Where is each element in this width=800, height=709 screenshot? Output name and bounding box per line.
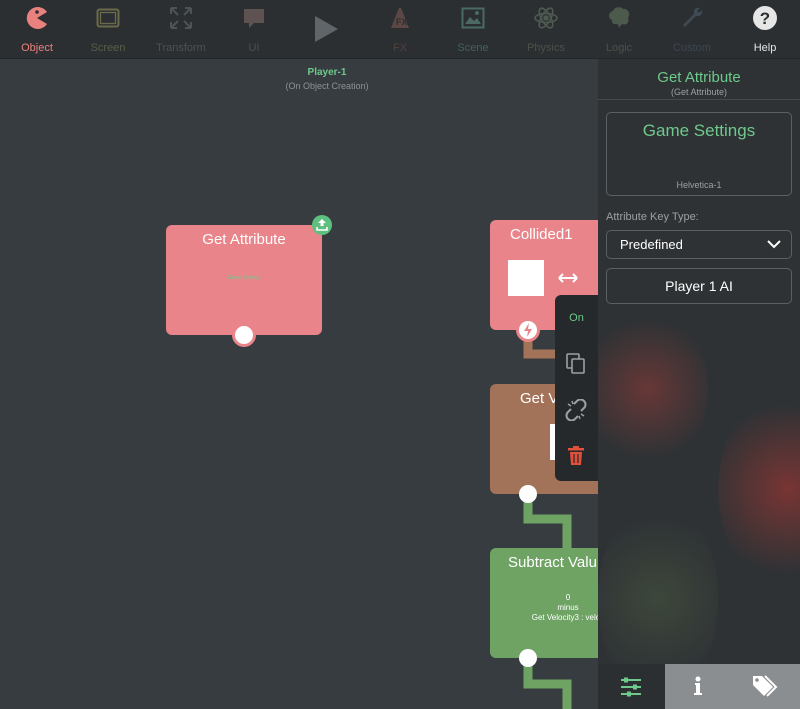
- panel-subtitle: (Get Attribute): [670, 87, 728, 97]
- get-attribute-node-detail: Game Settings: [227, 275, 261, 281]
- get-velocity-node-title: Get V: [520, 390, 559, 407]
- tool-help[interactable]: ? Help: [728, 0, 800, 58]
- output-port[interactable]: [519, 485, 537, 503]
- copy-icon[interactable]: [566, 353, 586, 375]
- chevron-down-icon: [767, 240, 781, 249]
- tool-transform[interactable]: Transform: [144, 0, 218, 58]
- tool-ui-label: UI: [248, 42, 260, 54]
- tool-custom[interactable]: Custom: [655, 0, 729, 58]
- inspector-panel: Get Attribute (Get Attribute) Game Setti…: [598, 59, 800, 709]
- tablet-icon: [96, 8, 120, 28]
- attribute-key-type-label: Attribute Key Type:: [606, 211, 699, 223]
- upload-icon: [316, 219, 328, 231]
- atom-icon: [534, 7, 558, 29]
- object-thumbnail: [508, 260, 544, 296]
- toggle-on-button[interactable]: On: [555, 312, 598, 324]
- tool-fx-label: FX: [392, 42, 408, 54]
- attribute-key-value: Player 1 AI: [665, 278, 733, 294]
- tab-info[interactable]: [665, 664, 732, 709]
- logic-canvas[interactable]: Player-1 (On Object Creation) Get Attrib…: [0, 59, 598, 709]
- subtract-line1: 0: [565, 593, 571, 602]
- output-port[interactable]: [519, 649, 537, 667]
- tool-scene-label: Scene: [457, 42, 489, 54]
- tool-transform-label: Transform: [156, 42, 206, 54]
- fx-icon: FX: [391, 8, 409, 28]
- speech-bubble-icon: [244, 9, 264, 28]
- pacman-icon: [26, 7, 47, 29]
- attribute-key-field[interactable]: Player 1 AI: [606, 268, 792, 304]
- tool-logic[interactable]: Logic: [582, 0, 656, 58]
- image-icon: [461, 7, 485, 29]
- unlink-icon[interactable]: [565, 399, 587, 421]
- play-icon[interactable]: [312, 14, 340, 44]
- export-badge[interactable]: [312, 215, 332, 235]
- subtract-line3: Get Velocity3 : veloc: [531, 613, 598, 622]
- collided-node-title: Collided1: [510, 226, 573, 243]
- tool-custom-label: Custom: [673, 42, 711, 54]
- tool-screen[interactable]: Screen: [71, 0, 145, 58]
- help-icon: ?: [753, 6, 777, 30]
- source-object-font: Helvetica-1: [676, 180, 722, 190]
- subtract-line2: minus: [557, 603, 579, 612]
- source-object-card[interactable]: Game Settings Helvetica-1: [606, 112, 792, 196]
- tags-icon: [753, 675, 778, 697]
- expand-arrows-icon: [170, 7, 192, 29]
- node-context-menu: On: [555, 295, 598, 481]
- attribute-key-type-select[interactable]: Predefined: [606, 230, 792, 259]
- tool-ui[interactable]: UI: [217, 0, 291, 58]
- tab-properties[interactable]: [598, 664, 665, 709]
- tool-help-label: Help: [753, 42, 777, 54]
- tool-object[interactable]: Object: [0, 0, 74, 58]
- svg-text:?: ?: [760, 9, 770, 28]
- source-object-title: Game Settings: [642, 121, 756, 140]
- svg-text:FX: FX: [396, 17, 408, 27]
- tab-tags[interactable]: [732, 664, 800, 709]
- tool-physics[interactable]: Physics: [509, 0, 583, 58]
- brain-icon: [609, 7, 630, 28]
- toolbar: Object Screen Transform UI FX FX Scene P…: [0, 0, 800, 59]
- attribute-key-type-value: Predefined: [620, 237, 683, 252]
- tool-screen-label: Screen: [90, 42, 126, 54]
- output-port[interactable]: [235, 326, 253, 344]
- panel-tabs: [598, 664, 800, 709]
- get-attribute-node[interactable]: Get Attribute Game Settings: [166, 215, 332, 347]
- tool-logic-label: Logic: [605, 42, 633, 54]
- tool-object-label: Object: [21, 42, 53, 54]
- tool-scene[interactable]: Scene: [436, 0, 510, 58]
- info-icon: [694, 676, 702, 695]
- sliders-icon: [621, 677, 641, 697]
- get-attribute-node-title: Get Attribute: [202, 231, 286, 248]
- tool-fx[interactable]: FX FX: [363, 0, 437, 58]
- flash-port-icon[interactable]: [519, 321, 537, 339]
- panel-title: Get Attribute: [657, 69, 741, 86]
- panel-header: Get Attribute (Get Attribute): [598, 59, 800, 100]
- tool-physics-label: Physics: [527, 42, 565, 54]
- subtract-node-title: Subtract Valu: [508, 554, 597, 571]
- trash-icon[interactable]: [567, 446, 585, 466]
- double-arrow-icon: [558, 273, 578, 283]
- subtract-value-node[interactable]: Subtract Valu 0 minus Get Velocity3 : ve…: [490, 548, 598, 667]
- wrench-icon: [683, 7, 703, 28]
